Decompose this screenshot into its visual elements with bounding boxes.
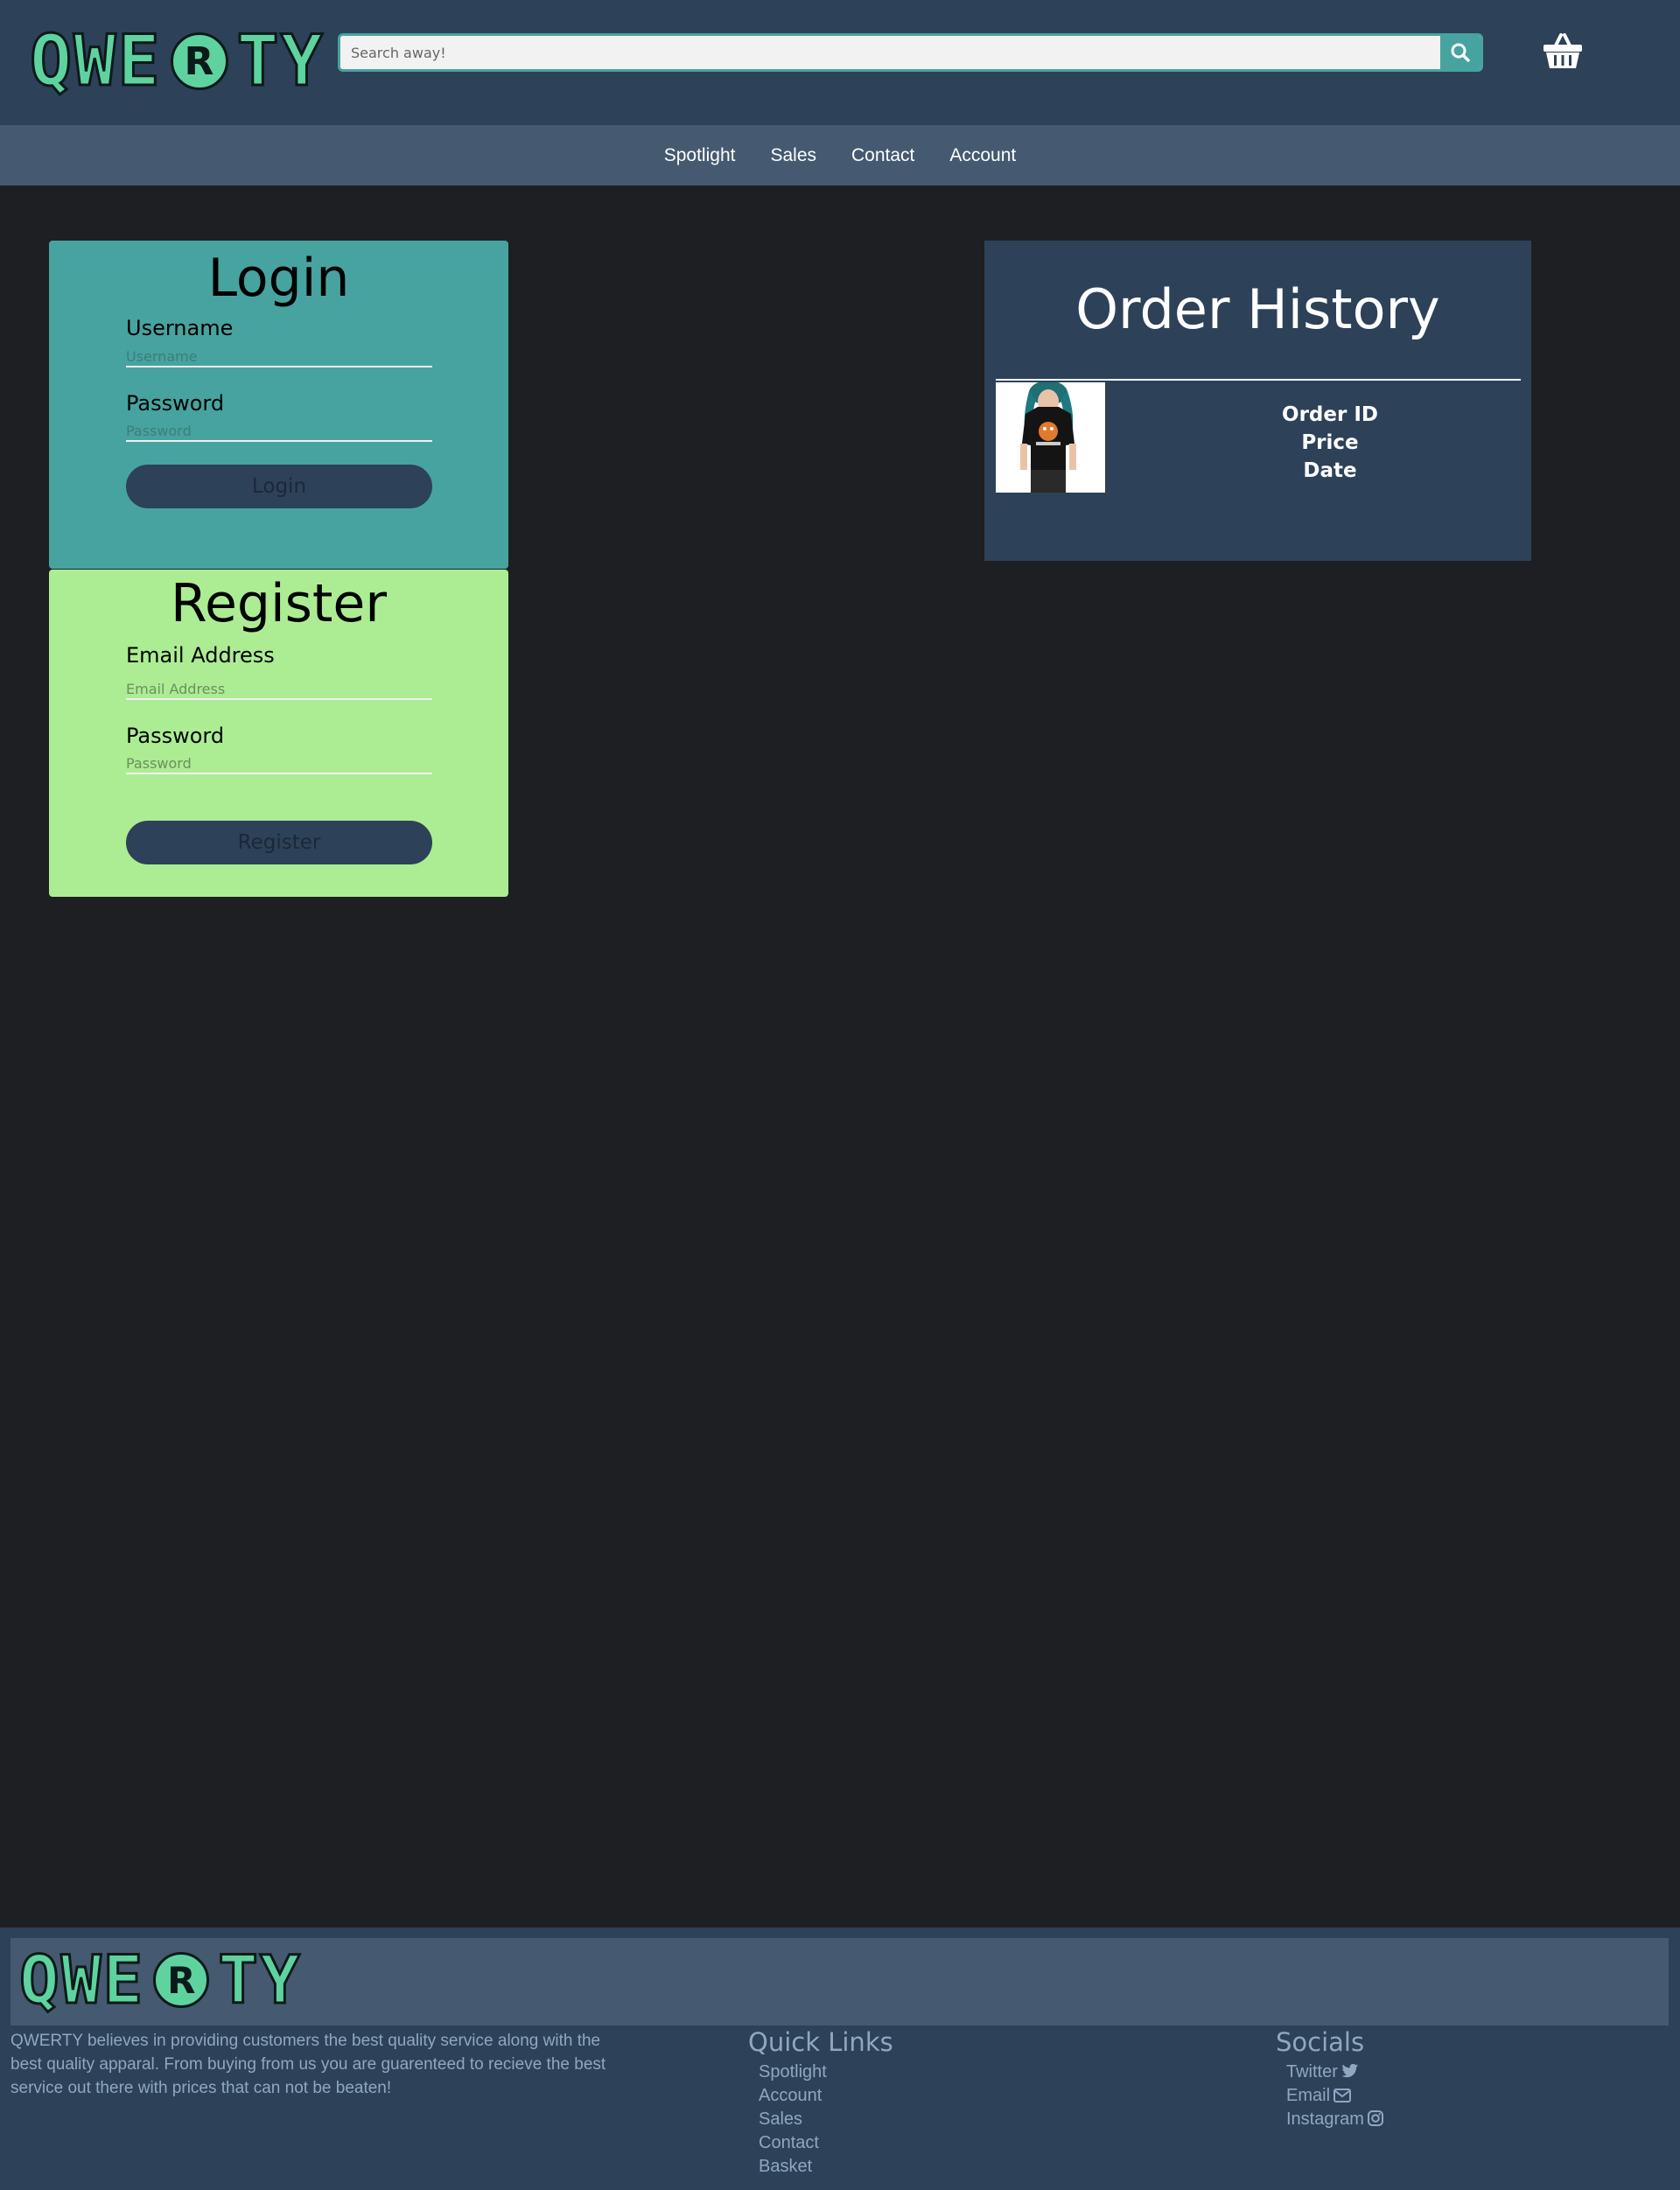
site-logo[interactable]: QWE R TY <box>29 20 325 101</box>
nav-account[interactable]: Account <box>932 145 1033 166</box>
login-button[interactable]: Login <box>126 465 432 508</box>
registered-mark: R <box>170 32 228 90</box>
email-label: Email Address <box>126 643 275 668</box>
username-input[interactable] <box>126 346 432 367</box>
main-nav: Spotlight Sales Contact Account <box>0 125 1680 185</box>
footer-link-account[interactable]: Account <box>759 2086 822 2105</box>
register-password-input[interactable] <box>126 753 432 774</box>
social-instagram[interactable]: Instagram <box>1286 2110 1383 2129</box>
quick-links-list: Spotlight Account Sales Contact Basket <box>759 2061 827 2179</box>
footer-link-spotlight[interactable]: Spotlight <box>759 2062 827 2082</box>
divider <box>996 379 1521 381</box>
order-id-label: Order ID <box>1282 403 1378 426</box>
socials-list: Twitter Email Instagram <box>1286 2061 1383 2131</box>
order-product-image[interactable] <box>996 381 1105 493</box>
footer-logo-text-left: QWE <box>18 1941 145 2019</box>
logo-text-left: QWE <box>29 20 162 101</box>
tshirt-model-image <box>996 381 1105 493</box>
register-title: Register <box>170 573 388 634</box>
search-bar <box>338 33 1483 72</box>
footer-link-sales[interactable]: Sales <box>759 2110 802 2129</box>
nav-sales[interactable]: Sales <box>752 145 834 166</box>
order-details: Order ID Price Date <box>1212 401 1448 485</box>
footer-link-basket[interactable]: Basket <box>759 2157 812 2176</box>
register-card: Register Email Address Password Register <box>49 570 508 897</box>
password-input[interactable] <box>126 421 432 442</box>
register-button[interactable]: Register <box>126 821 432 864</box>
envelope-icon <box>1334 2089 1352 2103</box>
footer-logo[interactable]: QWE R TY <box>18 1941 302 2019</box>
login-title: Login <box>207 248 350 309</box>
footer-logo-text-right: TY <box>217 1941 302 2019</box>
order-history-title: Order History <box>1075 277 1440 341</box>
social-instagram-label: Instagram <box>1286 2110 1364 2129</box>
social-twitter-label: Twitter <box>1286 2062 1338 2082</box>
site-footer: QWE R TY QWERTY believes in providing cu… <box>0 1928 1680 2190</box>
twitter-icon <box>1341 2063 1359 2078</box>
basket-button[interactable] <box>1542 31 1584 70</box>
instagram-icon <box>1367 2110 1383 2126</box>
email-field[interactable] <box>126 679 432 700</box>
site-header: QWE R TY <box>0 0 1680 125</box>
social-email-label: Email <box>1286 2086 1331 2105</box>
order-history-panel: Order History Order ID Price Date <box>984 241 1531 561</box>
footer-link-contact[interactable]: Contact <box>759 2133 819 2152</box>
search-icon <box>1451 43 1470 62</box>
nav-spotlight[interactable]: Spotlight <box>647 145 753 166</box>
about-text: QWERTY believes in providing customers t… <box>10 2032 606 2097</box>
password-label: Password <box>126 391 225 416</box>
social-email[interactable]: Email <box>1286 2086 1352 2105</box>
order-price-label: Price <box>1301 431 1359 454</box>
login-card: Login Username Password Login <box>49 241 508 569</box>
basket-icon <box>1544 33 1582 68</box>
register-password-label: Password <box>126 724 225 748</box>
nav-contact[interactable]: Contact <box>834 145 932 166</box>
order-date-label: Date <box>1303 459 1357 482</box>
quick-links-title: Quick Links <box>748 2027 893 2057</box>
search-button[interactable] <box>1440 36 1480 69</box>
footer-registered-mark: R <box>153 1952 210 2008</box>
username-label: Username <box>126 316 234 340</box>
social-twitter[interactable]: Twitter <box>1286 2062 1359 2082</box>
search-input[interactable] <box>340 36 1440 69</box>
logo-text-right: TY <box>235 20 325 101</box>
socials-title: Socials <box>1276 2027 1365 2057</box>
